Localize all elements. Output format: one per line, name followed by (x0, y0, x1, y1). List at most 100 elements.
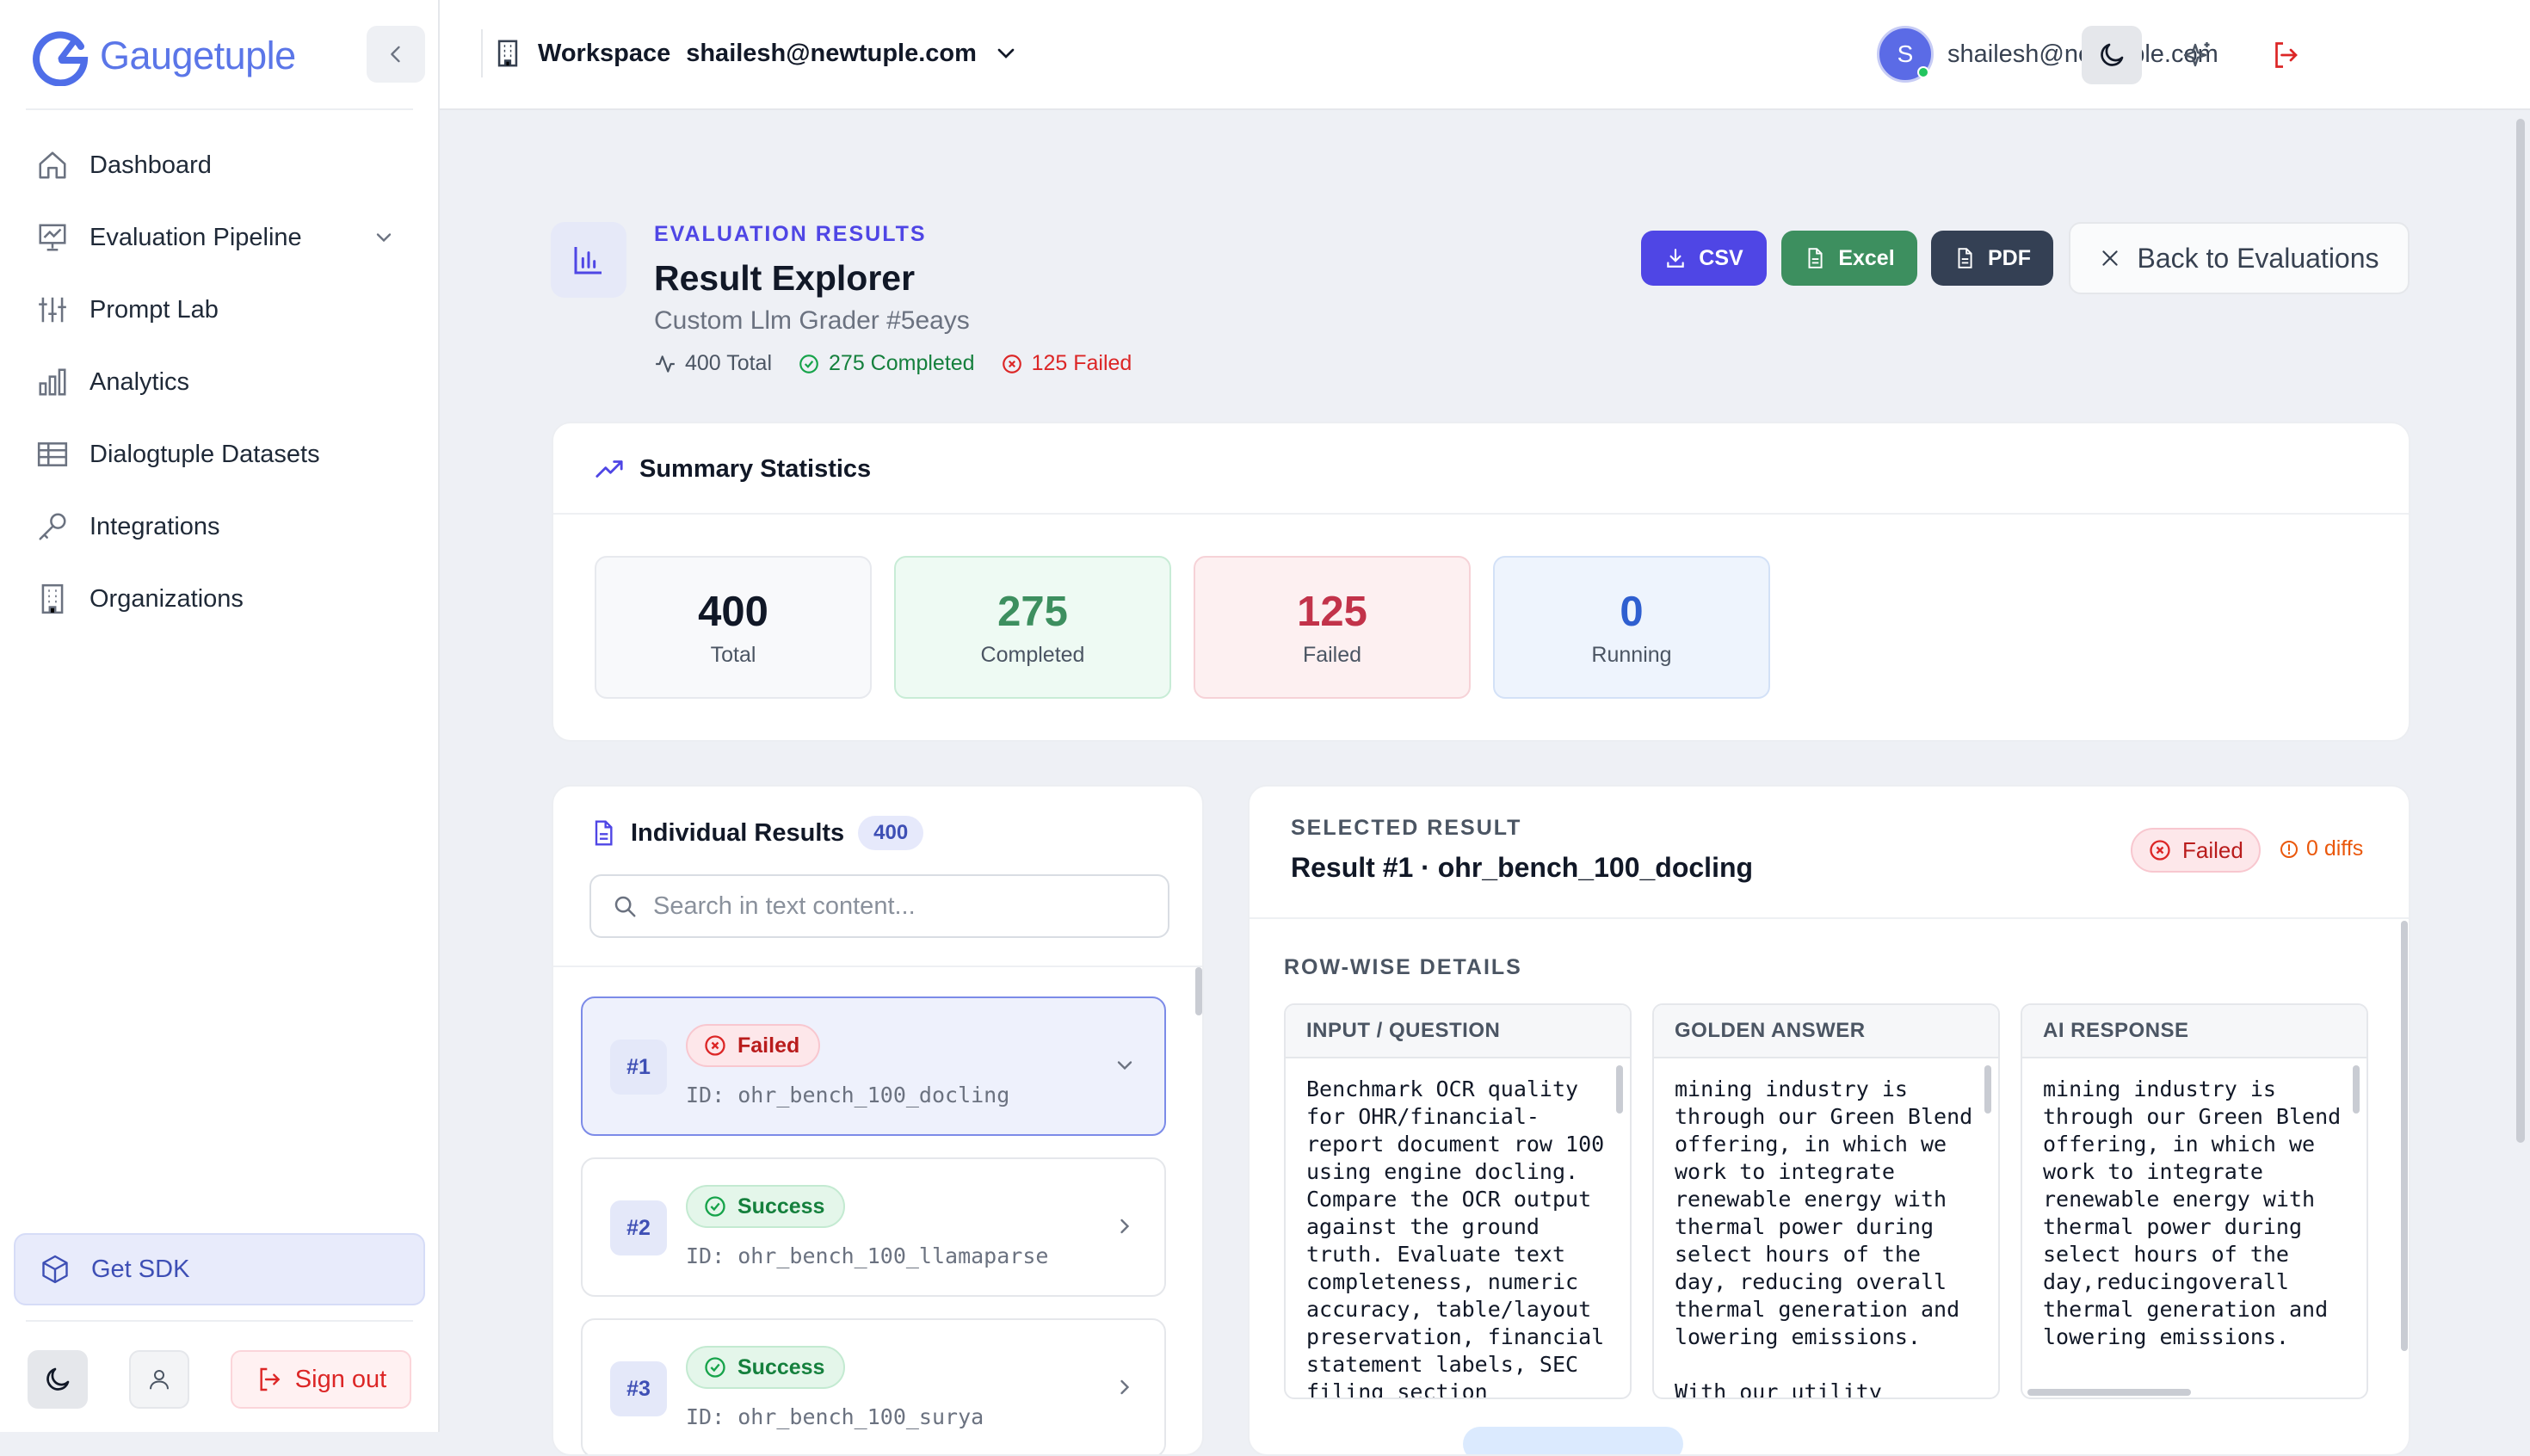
app-logo[interactable]: Gaugetuple (31, 26, 296, 86)
check-circle-icon (705, 1357, 725, 1378)
summary-title: Summary Statistics (639, 454, 872, 483)
app-name: Gaugetuple (100, 34, 296, 77)
nav-label: Organizations (89, 584, 244, 613)
result-number: #1 (610, 1040, 667, 1095)
x-circle-icon (2150, 840, 2170, 861)
presentation-chart-icon (39, 224, 66, 251)
package-icon (42, 1255, 68, 1284)
status-badge: Success (686, 1346, 846, 1389)
get-sdk-button[interactable]: Get SDK (14, 1233, 425, 1305)
page-subtitle: Custom Llm Grader #5eays (654, 306, 970, 335)
nav-label: Integrations (89, 512, 220, 540)
nav-item-dialogtuple-datasets[interactable]: Dialogtuple Datasets (24, 427, 411, 482)
theme-toggle-button[interactable] (28, 1350, 88, 1409)
result-id: ID: ohr_bench_100_docling (686, 1083, 1010, 1107)
building-icon (497, 40, 518, 67)
column-header: AI RESPONSE (2022, 1005, 2366, 1058)
chevron-left-icon (391, 46, 400, 63)
key-icon (39, 513, 66, 540)
online-status-dot (1917, 66, 1929, 78)
nav-item-dashboard[interactable]: Dashboard (24, 138, 411, 193)
nav-label: Evaluation Pipeline (89, 223, 302, 251)
column-scrollbar[interactable] (1616, 1065, 1623, 1114)
nav-label: Dashboard (89, 151, 212, 179)
divider (553, 966, 1202, 967)
divider (26, 1320, 413, 1322)
column-text: mining industry is through our Green Ble… (2043, 1077, 2342, 1349)
bar-chart-icon (574, 247, 602, 275)
result-item[interactable]: #3 Success ID: ohr_bench_100_surya (581, 1318, 1166, 1454)
results-title: Individual Results (631, 818, 845, 847)
row-wise-details-label: ROW-WISE DETAILS (1284, 955, 1522, 979)
table-icon (37, 442, 68, 466)
nav-item-prompt-lab[interactable]: Prompt Lab (24, 282, 411, 337)
export-pdf-button[interactable]: PDF (1931, 231, 2053, 286)
avatar: S (1877, 26, 1934, 83)
export-csv-button[interactable]: CSV (1641, 231, 1767, 286)
results-icon-tile (551, 222, 626, 298)
search-input[interactable]: Search in text content... (589, 874, 1169, 938)
selected-result-card: SELECTED RESULT Result #1 · ohr_bench_10… (1248, 785, 2410, 1456)
result-id: ID: ohr_bench_100_llamaparse (686, 1243, 1049, 1268)
workspace-label: Workspace (538, 39, 671, 67)
check-circle-icon (705, 1196, 725, 1217)
back-to-evaluations-button[interactable]: Back to Evaluations (2069, 222, 2410, 294)
result-item[interactable]: #2 Success ID: ohr_bench_100_llamaparse (581, 1157, 1166, 1297)
status-badge: Failed (2131, 828, 2261, 873)
logout-button[interactable] (2255, 26, 2316, 84)
chevron-right-icon (1120, 1218, 1130, 1234)
result-item[interactable]: #1 Failed ID: ohr_bench_100_docling (581, 996, 1166, 1136)
chevron-down-icon (376, 233, 392, 243)
collapse-sidebar-button[interactable] (367, 26, 425, 83)
summary-header: Summary Statistics (595, 454, 871, 484)
profile-button[interactable] (129, 1350, 189, 1409)
logout-icon (260, 1367, 281, 1391)
x-circle-icon (1002, 354, 1021, 373)
completed-stat: 275 Completed (798, 351, 975, 376)
export-excel-button[interactable]: Excel (1781, 231, 1917, 286)
nav-item-analytics[interactable]: Analytics (24, 355, 411, 410)
individual-results-card: Individual Results 400 Search in text co… (552, 785, 1204, 1456)
sliders-icon (39, 297, 66, 323)
nav-item-evaluation-pipeline[interactable]: Evaluation Pipeline (24, 210, 411, 265)
ai-response-column: AI RESPONSE mining industry is through o… (2021, 1003, 2368, 1399)
file-text-icon (595, 820, 613, 846)
stat-completed: 275 Completed (894, 556, 1171, 699)
moon-icon (46, 1367, 70, 1391)
search-placeholder: Search in text content... (653, 891, 916, 920)
nav-item-integrations[interactable]: Integrations (24, 499, 411, 554)
logout-icon (2275, 42, 2298, 68)
column-scrollbar[interactable] (2353, 1065, 2360, 1114)
column-text: Benchmark OCR quality for OHR/financial-… (1306, 1077, 1605, 1399)
stat-running: 0 Running (1493, 556, 1770, 699)
workspace-selector[interactable]: Workspace shailesh@newtuple.com (481, 29, 1020, 77)
ai-assistant-button[interactable] (2168, 26, 2228, 84)
chevron-down-icon (1117, 1061, 1132, 1070)
detail-scrollbar[interactable] (2401, 921, 2408, 1351)
column-horizontal-scrollbar[interactable] (2027, 1389, 2191, 1396)
workspace-email: shailesh@newtuple.com (686, 39, 977, 67)
nav-item-organizations[interactable]: Organizations (24, 571, 411, 626)
result-number: #2 (610, 1200, 667, 1255)
failed-stat: 125 Failed (1001, 351, 1132, 376)
page-scrollbar[interactable] (2516, 119, 2525, 1143)
column-header: INPUT / QUESTION (1286, 1005, 1630, 1058)
nav-label: Analytics (89, 367, 190, 396)
status-badge: Failed (686, 1024, 821, 1067)
divider (553, 513, 2409, 515)
sign-out-button[interactable]: Sign out (231, 1350, 411, 1409)
chevron-right-icon (1120, 1379, 1130, 1395)
search-icon (614, 896, 636, 917)
divider (1250, 917, 2409, 919)
bar-chart-icon (39, 368, 66, 396)
theme-toggle-button[interactable] (2082, 26, 2142, 84)
page-stats: 400 Total 275 Completed 125 Failed (654, 351, 1132, 376)
list-scrollbar[interactable] (1195, 967, 1202, 1015)
gaugetuple-logo-icon (33, 31, 89, 86)
column-header: GOLDEN ANSWER (1654, 1005, 1998, 1058)
file-text-icon (1958, 248, 1972, 268)
moon-icon (2101, 43, 2124, 66)
file-text-icon (1808, 248, 1823, 268)
total-stat: 400 Total (654, 351, 772, 376)
column-scrollbar[interactable] (1984, 1065, 1991, 1114)
